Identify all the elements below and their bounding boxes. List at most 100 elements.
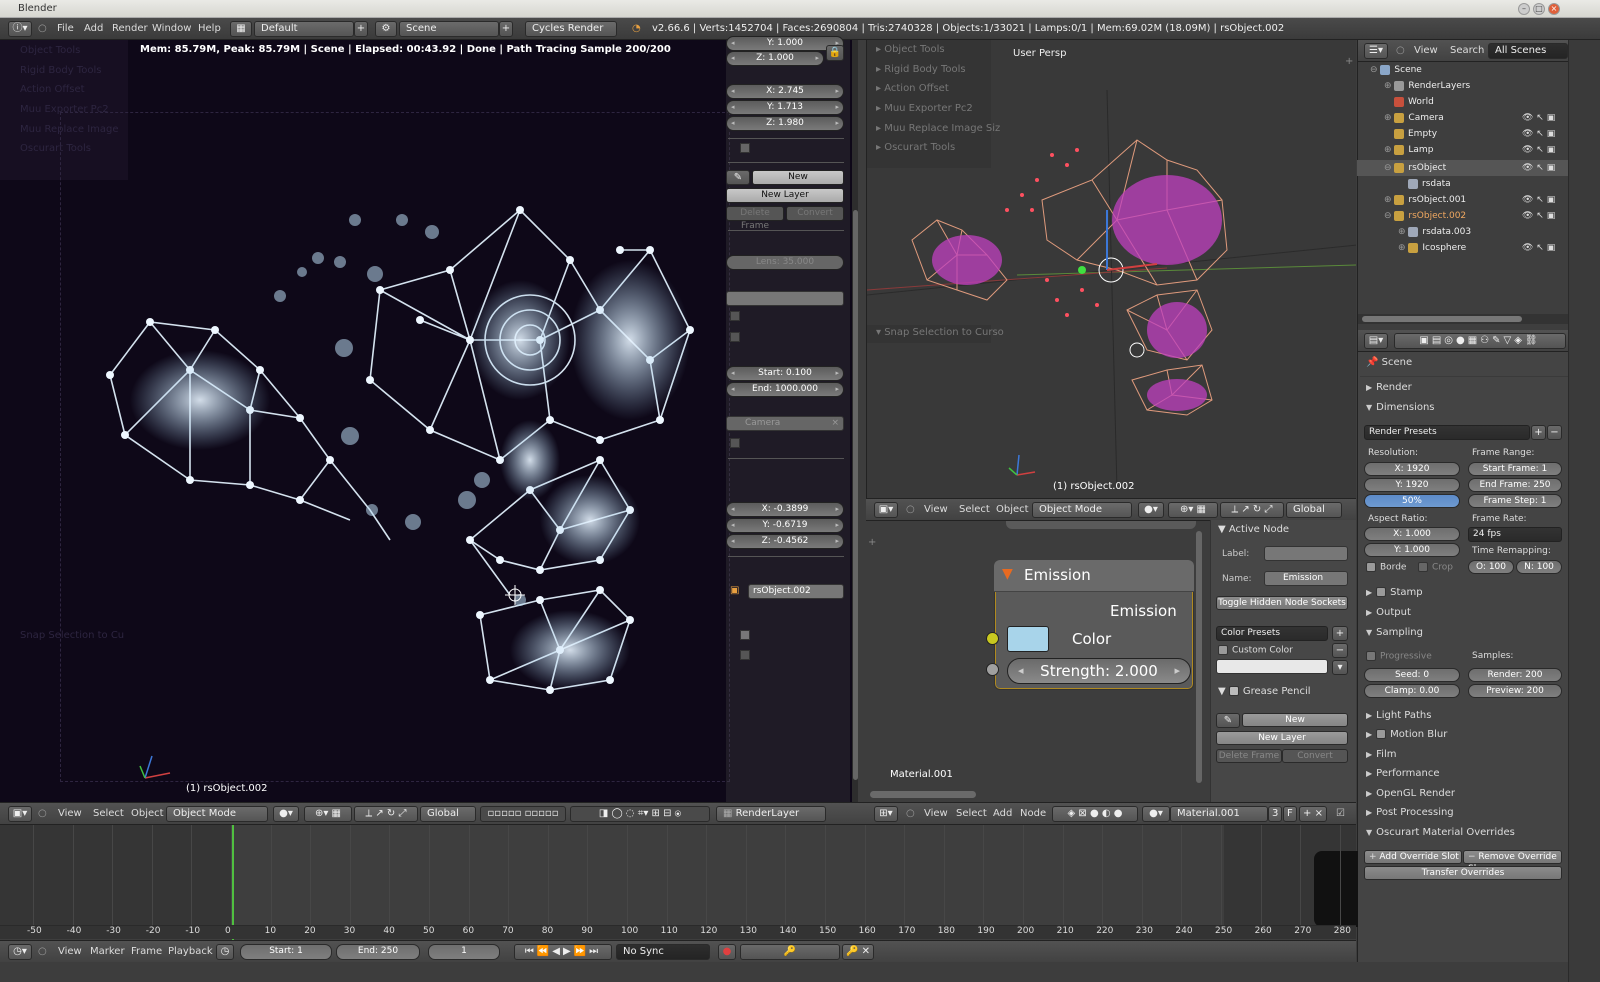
gp-delete-frame-button[interactable]: Delete Frame [1216,749,1282,763]
scene-icon[interactable]: ⚙ [375,21,397,37]
menu-playback[interactable]: Playback [168,946,213,957]
background-checkbox[interactable] [740,650,750,660]
node-panel-expand-icon[interactable]: + [868,537,876,548]
visibility-icons[interactable]: 👁 ↖ ▣ [1522,195,1555,205]
menu-add[interactable]: Add [84,23,103,34]
opengl-render-panel-header[interactable]: ▶ OpenGL Render [1366,788,1455,799]
new-layer-button[interactable]: New Layer [726,188,844,203]
dimensions-panel-header[interactable]: ▼ Dimensions [1366,402,1435,413]
snap-tools-icons[interactable]: ◨ ◯ ◌ ⌗▾ ⊞ ⊟ ⦿ [570,806,710,822]
cursor-y-field[interactable]: ◂ Y: -0.6719 ▸ [726,518,844,533]
add-preset-icon[interactable]: + [1531,425,1546,440]
outliner-filter-dropdown[interactable]: All Scenes [1488,43,1568,59]
node-name-field[interactable]: Emission [1264,571,1348,586]
render-engine-dropdown[interactable]: Cycles Render [525,21,617,37]
collapse-menu-icon[interactable]: ○ [1396,45,1405,56]
use-nodes-checkbox[interactable]: ☑ [1336,808,1345,819]
tool-panel-action-offset[interactable]: ▸ Action Offset [876,83,949,94]
orientation-dropdown[interactable]: Global [420,806,476,822]
scene-dropdown[interactable]: Scene [399,21,499,37]
node-label-field[interactable] [1264,546,1348,561]
grease-pencil-checkbox[interactable] [740,143,750,153]
stamp-panel-header[interactable]: ▶ Stamp [1366,587,1423,598]
remove-preset-icon[interactable]: − [1332,643,1348,658]
tool-panel-snap-selection[interactable]: ▾ Snap Selection to Curso [876,327,1004,338]
cursor-x-field[interactable]: ◂ X: -0.3899 ▸ [726,502,844,517]
node-hscrollbar[interactable] [870,791,976,798]
material-users[interactable]: 3 [1268,806,1282,822]
collapse-menu-icon[interactable]: ○ [38,808,47,819]
outliner-row-world[interactable]: World [1370,94,1568,110]
visibility-icons[interactable]: 👁 ↖ ▣ [1522,113,1555,123]
visibility-icons[interactable]: 👁 ↖ ▣ [1522,211,1555,221]
render-scrollbar[interactable] [853,210,858,780]
menu-file[interactable]: File [57,23,74,34]
menu-view[interactable]: View [58,808,82,819]
outliner-row-scene[interactable]: ⊖ Scene [1370,62,1568,78]
remove-override-slot-button[interactable]: − Remove Override Slo [1463,850,1562,874]
menu-view[interactable]: View [58,946,82,957]
dimensions-z-field[interactable]: ◂ Z: 1.980 ▸ [726,116,844,131]
fake-user-button[interactable]: F [1283,806,1297,822]
timeline-editor[interactable] [0,824,1358,940]
seed-field[interactable]: Seed: 0 [1364,668,1460,682]
screen-layout-dropdown[interactable]: Default [254,21,354,37]
lens-field[interactable]: Lens: 35.000 [726,255,844,270]
color-input-socket[interactable] [986,632,999,645]
orientation-dropdown[interactable]: Global [1286,502,1342,518]
display-checkbox[interactable] [740,630,750,640]
strength-field[interactable]: ◂ Strength: 2.000 ▸ [1007,658,1191,684]
output-panel-header[interactable]: ▶ Output [1366,607,1411,618]
border-checkbox[interactable]: Borde [1366,562,1406,573]
outliner-row-rsdata-003[interactable]: ⊕ rsdata.003 [1370,224,1568,240]
color-presets-dropdown[interactable]: Color Presets [1216,626,1328,641]
tool-panel-oscurart[interactable]: ▸ Oscurart Tools [876,142,955,153]
playback-controls-icons[interactable]: ⏮⏪◀▶⏩⏭ [514,944,612,960]
delete-frame-button[interactable]: Delete Frame [726,206,784,231]
aspect-x-field[interactable]: X: 1.000 [1364,527,1460,541]
start-frame-field[interactable]: Start Frame: 1 [1468,462,1562,476]
crop-checkbox[interactable]: Crop [1418,562,1453,573]
lock-camera-checkbox[interactable] [730,332,740,342]
menu-search[interactable]: Search [1450,45,1484,56]
post-processing-panel-header[interactable]: ▶ Post Processing [1366,807,1454,818]
tool-panel-muu-exporter[interactable]: ▸ Muu Exporter Pc2 [876,103,973,114]
manipulator-icons[interactable]: ⟂ ↗ ↻ ⤢ [1220,502,1284,518]
render-border-checkbox[interactable] [730,438,740,448]
close-icon[interactable]: × [1548,3,1560,15]
editor-type-icon[interactable]: ◷▾ [8,944,32,960]
scale-z-top-field[interactable]: ◂ Z: 1.000 ▸ [726,51,824,66]
performance-panel-header[interactable]: ▶ Performance [1366,768,1440,779]
collapse-menu-icon[interactable]: ○ [906,808,915,819]
custom-color-checkbox[interactable]: Custom Color [1218,645,1293,656]
clip-start-field[interactable]: ◂ Start: 0.100 ▸ [726,366,844,381]
menu-view[interactable]: View [924,504,948,515]
emission-node-header[interactable]: ▼ Emission [994,560,1194,592]
shading-icon[interactable]: ●▾ [1138,502,1164,518]
gp-convert-button[interactable]: Convert [1282,749,1348,763]
node-vscrollbar[interactable] [1196,531,1202,783]
menu-object[interactable]: Object [996,504,1029,515]
preset-menu-icon[interactable]: ▾ [1332,660,1348,675]
clip-end-field[interactable]: ◂ End: 1000.000 ▸ [726,382,844,397]
render-samples-field[interactable]: Render: 200 [1468,668,1562,682]
item-name-field[interactable]: rsObject.002 [748,584,844,599]
preview-range-icon[interactable]: ◷ [216,944,234,960]
menu-view[interactable]: View [1414,45,1438,56]
start-frame-field[interactable]: Start: 1 [240,944,332,960]
record-icon[interactable]: ● [718,944,736,960]
pencil-icon[interactable]: ✎ [726,170,750,185]
menu-frame[interactable]: Frame [131,946,162,957]
grease-new-button[interactable]: New [752,170,844,185]
editor-type-icon[interactable]: ▤▾ [1364,333,1388,349]
local-camera-field[interactable]: Camera × [726,416,844,431]
info-editor-type-icon[interactable]: ⓘ▾ [8,21,32,37]
render-panel-header[interactable]: ▶ Render [1366,382,1412,393]
menu-add[interactable]: Add [993,808,1012,819]
mode-dropdown[interactable]: Object Mode [166,806,268,822]
remap-new-field[interactable]: N: 100 [1516,560,1562,574]
resolution-y-field[interactable]: Y: 1920 [1364,478,1460,492]
gp-new-button[interactable]: New [1242,713,1348,727]
menu-window[interactable]: Window [152,23,191,34]
dimensions-y-field[interactable]: ◂ Y: 1.713 ▸ [726,100,844,115]
